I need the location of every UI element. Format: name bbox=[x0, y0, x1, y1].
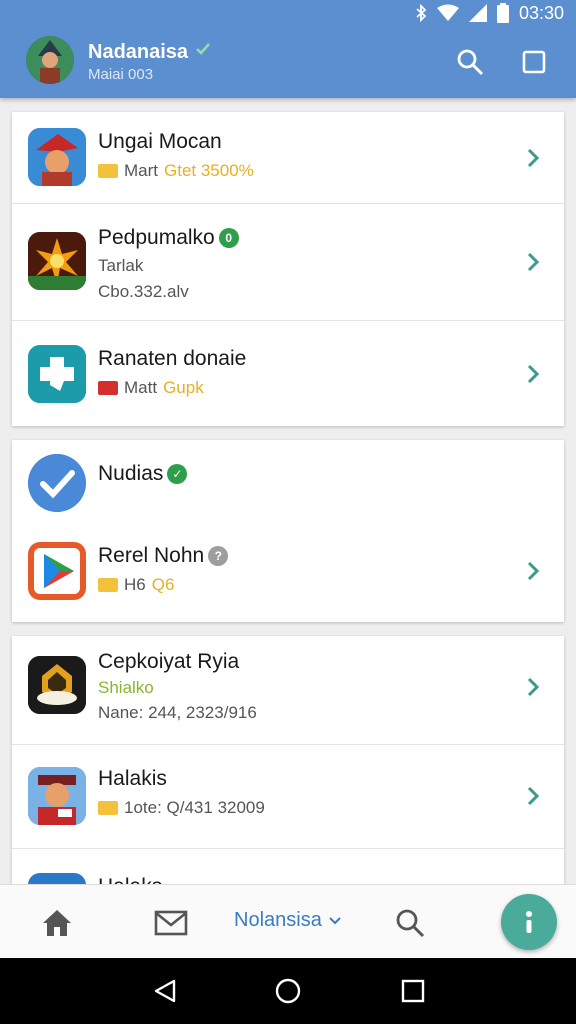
row-meta: Matt Gupk bbox=[98, 378, 204, 398]
profile-name: Nadanaisa bbox=[88, 40, 212, 64]
row-line-1: Tarlak bbox=[98, 256, 144, 275]
nav-dropdown-label: Nolansisa bbox=[234, 909, 322, 931]
bluetooth-icon bbox=[415, 4, 427, 22]
row-line-1: Shialko bbox=[98, 678, 154, 697]
status-badge-icon: 0 bbox=[218, 228, 239, 248]
row-meta: 1ote: Q/431 32009 bbox=[98, 798, 265, 818]
app-list-card: Cepkoiyat Ryia Shialko Nane: 244, 2323/9… bbox=[12, 636, 564, 896]
home-icon bbox=[43, 910, 71, 936]
nav-dropdown[interactable]: Nolansisa bbox=[234, 909, 342, 932]
recents-button[interactable] bbox=[398, 976, 428, 1006]
ticket-icon bbox=[98, 578, 118, 592]
home-circle-icon bbox=[275, 978, 301, 1004]
more-vert-icon bbox=[526, 911, 532, 933]
list-item[interactable]: Halakis 1ote: Q/431 32009 bbox=[12, 745, 564, 849]
row-meta: H6 Q6 bbox=[98, 575, 174, 595]
meta-tag-text: Matt bbox=[124, 378, 158, 397]
overview-button[interactable] bbox=[516, 44, 552, 80]
avatar[interactable] bbox=[26, 36, 74, 84]
list-item[interactable]: Rerel Nohn ? H6 Q6 bbox=[12, 522, 564, 622]
row-line-2: Nane: 244, 2323/916 bbox=[98, 703, 257, 722]
more-button[interactable] bbox=[501, 894, 557, 950]
help-icon: ? bbox=[208, 546, 229, 566]
ticket-icon bbox=[98, 164, 118, 178]
row-title: Ungai Mocan bbox=[98, 130, 222, 153]
app-icon bbox=[28, 542, 86, 600]
list-item[interactable]: Pedpumalko 0 Tarlak Cbo.332.alv bbox=[12, 204, 564, 321]
messages-button[interactable] bbox=[153, 905, 189, 941]
row-title: Pedpumalko 0 bbox=[98, 226, 239, 250]
profile-name-text: Nadanaisa bbox=[88, 40, 189, 63]
row-line-2: Cbo.332.alv bbox=[98, 282, 189, 301]
app-icon bbox=[28, 345, 86, 403]
row-title-text: Pedpumalko bbox=[98, 226, 215, 249]
row-meta: Mart Gtet 3500% bbox=[98, 161, 254, 181]
square-icon bbox=[522, 50, 546, 74]
chevron-right-icon bbox=[527, 148, 540, 168]
search-button[interactable] bbox=[452, 44, 488, 80]
wifi-icon bbox=[436, 4, 459, 22]
app-list-card: Ungai Mocan Mart Gtet 3500% Pedpumalko 0… bbox=[12, 112, 564, 426]
row-title: Rerel Nohn ? bbox=[98, 544, 229, 568]
back-button[interactable] bbox=[150, 976, 180, 1006]
search-icon bbox=[457, 49, 484, 76]
row-title: Cepkoiyat Ryia bbox=[98, 650, 240, 673]
meta-accent-text: Gtet 3500% bbox=[164, 161, 254, 180]
status-badge-icon: ✓ bbox=[167, 464, 188, 484]
row-title-text: Nudias bbox=[98, 462, 164, 485]
meta-tag-text: H6 bbox=[124, 575, 146, 594]
home-system-button[interactable] bbox=[273, 976, 303, 1006]
app-icon bbox=[28, 232, 86, 290]
status-bar: 03:30 bbox=[415, 0, 564, 26]
app-icon bbox=[28, 128, 86, 186]
search-icon bbox=[396, 909, 425, 938]
app-icon bbox=[28, 656, 86, 714]
status-time: 03:30 bbox=[518, 2, 564, 23]
list-item[interactable]: Cepkoiyat Ryia Shialko Nane: 244, 2323/9… bbox=[12, 636, 564, 745]
row-title-text: Rerel Nohn bbox=[98, 544, 205, 567]
list-item[interactable]: Nudias ✓ bbox=[12, 440, 564, 522]
verified-icon bbox=[194, 40, 212, 64]
mail-icon bbox=[154, 910, 188, 936]
system-navigation-bar bbox=[0, 958, 576, 1024]
bottom-navigation: Nolansisa bbox=[0, 884, 576, 958]
home-button[interactable] bbox=[39, 905, 75, 941]
list-item[interactable]: Ranaten donaie Matt Gupk bbox=[12, 321, 564, 426]
row-title: Halakis bbox=[98, 767, 167, 790]
battery-icon bbox=[496, 3, 509, 23]
check-circle-icon bbox=[28, 454, 86, 512]
meta-tag-text: Mart bbox=[124, 161, 158, 180]
ticket-icon bbox=[98, 801, 118, 815]
recents-icon bbox=[401, 979, 425, 1003]
signal-icon bbox=[468, 4, 487, 22]
app-bar: 03:30 Nadanaisa Maiai 003 bbox=[0, 0, 576, 98]
app-list-card: Nudias ✓ Rerel Nohn ? H6 Q6 bbox=[12, 440, 564, 622]
chevron-right-icon bbox=[527, 252, 540, 272]
ticket-icon bbox=[98, 381, 118, 395]
meta-accent-text: Gupk bbox=[163, 378, 204, 397]
row-title: Ranaten donaie bbox=[98, 347, 247, 370]
chevron-right-icon bbox=[527, 677, 540, 697]
profile-subtitle: Maiai 003 bbox=[88, 66, 154, 83]
chevron-down-icon bbox=[329, 916, 341, 924]
meta-tag-text: 1ote: Q/431 32009 bbox=[124, 798, 265, 817]
chevron-right-icon bbox=[527, 364, 540, 384]
back-icon bbox=[154, 979, 176, 1003]
row-title: Nudias ✓ bbox=[98, 462, 188, 486]
meta-accent-text: Q6 bbox=[151, 575, 175, 594]
list-item[interactable]: Ungai Mocan Mart Gtet 3500% bbox=[12, 112, 564, 204]
chevron-right-icon bbox=[527, 786, 540, 806]
chevron-right-icon bbox=[527, 561, 540, 581]
app-icon bbox=[28, 767, 86, 825]
search-nav-button[interactable] bbox=[392, 905, 428, 941]
